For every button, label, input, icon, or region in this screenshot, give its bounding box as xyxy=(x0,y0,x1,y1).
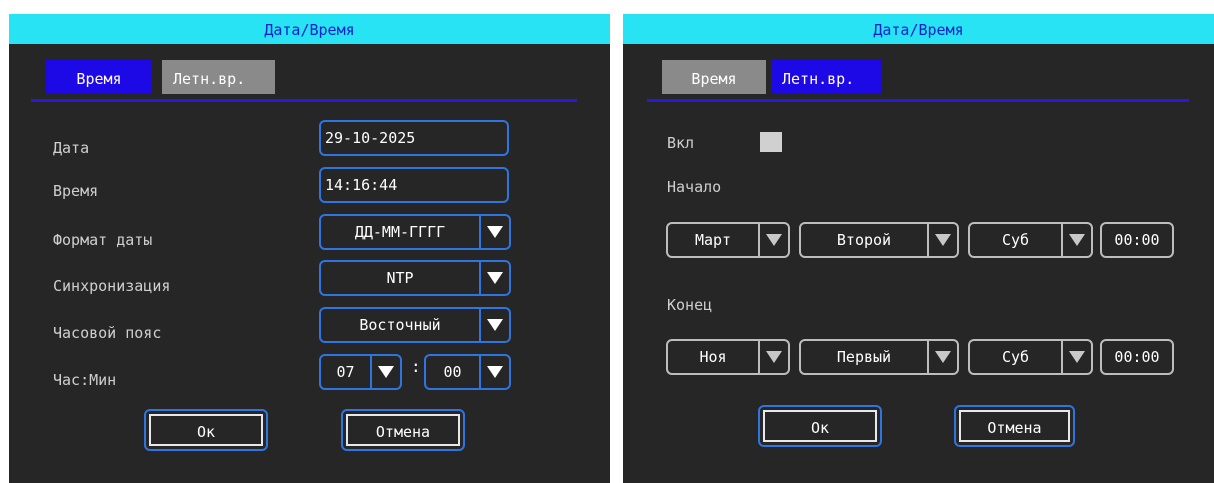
dropdown-arrow-icon[interactable] xyxy=(479,309,509,341)
dropdown-arrow-icon[interactable] xyxy=(758,341,788,373)
enable-checkbox[interactable] xyxy=(760,132,782,152)
window-title: Дата/Время xyxy=(9,14,610,44)
dropdown-arrow-icon[interactable] xyxy=(927,341,957,373)
end-day-value: Суб xyxy=(1001,348,1030,366)
time-field[interactable]: 14:16:44 xyxy=(319,167,509,203)
tab-time[interactable]: Время xyxy=(46,60,152,94)
date-field[interactable]: 29-10-2025 xyxy=(319,120,509,156)
ok-button-label: Ок xyxy=(149,414,263,446)
dropdown-arrow-icon[interactable] xyxy=(1061,341,1091,373)
ok-button[interactable]: Ок xyxy=(758,405,882,447)
cancel-button[interactable]: Отмена xyxy=(341,409,465,451)
end-time-field[interactable]: 00:00 xyxy=(1100,339,1174,375)
tab-dst[interactable]: Летн.вр. xyxy=(162,60,275,94)
dropdown-arrow-icon[interactable] xyxy=(758,224,788,256)
sync-label: Синхронизация xyxy=(53,277,171,295)
timezone-select[interactable]: Восточный xyxy=(319,307,511,343)
end-month-value: Ноя xyxy=(699,348,727,366)
minute-select[interactable]: 00 xyxy=(424,354,511,390)
end-label: Конец xyxy=(667,296,713,314)
dropdown-arrow-icon[interactable] xyxy=(1061,224,1091,256)
start-time-field[interactable]: 00:00 xyxy=(1100,222,1174,258)
start-day-select[interactable]: Суб xyxy=(968,222,1093,258)
dropdown-arrow-icon[interactable] xyxy=(370,356,400,388)
ok-button[interactable]: Ок xyxy=(144,409,268,451)
start-week-select[interactable]: Второй xyxy=(799,222,959,258)
date-label: Дата xyxy=(53,139,90,157)
timezone-value: Восточный xyxy=(359,316,441,334)
end-day-select[interactable]: Суб xyxy=(968,339,1093,375)
start-month-select[interactable]: Март xyxy=(666,222,790,258)
tab-underline xyxy=(31,99,577,102)
end-week-value: Первый xyxy=(836,348,892,366)
datetime-panel-dst: Дата/Время Время Летн.вр. Вкл Начало Мар… xyxy=(623,14,1214,483)
ok-button-label: Ок xyxy=(763,410,877,442)
cancel-button-label: Отмена xyxy=(346,414,460,446)
dropdown-arrow-icon[interactable] xyxy=(479,216,509,248)
tab-time[interactable]: Время xyxy=(662,60,766,94)
date-format-select[interactable]: ДД-ММ-ГГГГ xyxy=(319,214,511,250)
start-week-value: Второй xyxy=(836,231,892,249)
time-label: Время xyxy=(53,182,99,200)
end-month-select[interactable]: Ноя xyxy=(666,339,790,375)
date-format-label: Формат даты xyxy=(53,231,153,249)
hour-value: 07 xyxy=(336,363,355,381)
dropdown-arrow-icon[interactable] xyxy=(927,224,957,256)
tab-underline xyxy=(647,99,1189,102)
enable-label: Вкл xyxy=(667,134,695,152)
start-month-value: Март xyxy=(694,231,732,249)
sync-value: NTP xyxy=(386,269,414,287)
datetime-panel-time: Дата/Время Время Летн.вр. Дата 29-10-202… xyxy=(9,14,610,483)
cancel-button-label: Отмена xyxy=(959,410,1070,442)
minute-value: 00 xyxy=(443,363,462,381)
end-week-select[interactable]: Первый xyxy=(799,339,959,375)
hour-select[interactable]: 07 xyxy=(319,354,402,390)
date-format-value: ДД-ММ-ГГГГ xyxy=(354,223,446,241)
cancel-button[interactable]: Отмена xyxy=(954,405,1075,447)
window-title: Дата/Время xyxy=(623,14,1214,44)
hour-min-label: Час:Мин xyxy=(53,371,117,389)
time-separator: : xyxy=(411,357,421,376)
start-day-value: Суб xyxy=(1001,231,1030,249)
dropdown-arrow-icon[interactable] xyxy=(479,356,509,388)
tab-dst[interactable]: Летн.вр. xyxy=(771,60,881,94)
dropdown-arrow-icon[interactable] xyxy=(479,262,509,294)
timezone-label: Часовой пояс xyxy=(53,324,162,342)
start-label: Начало xyxy=(667,178,722,196)
sync-select[interactable]: NTP xyxy=(319,260,511,296)
